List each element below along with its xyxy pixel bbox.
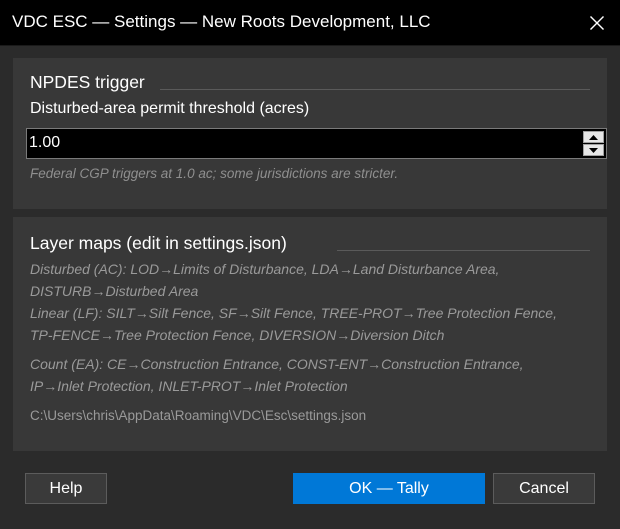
threshold-hint: Federal CGP triggers at 1.0 ac; some jur… bbox=[30, 166, 399, 181]
title-bar: VDC ESC — Settings — New Roots Developme… bbox=[0, 0, 620, 46]
layer-map-linear-line-2: TP-FENCE→Tree Protection Fence, DIVERSIO… bbox=[30, 327, 445, 343]
layer-map-count-line-1: Count (EA): CE→Construction Entrance, CO… bbox=[30, 356, 524, 372]
layer-maps-group-divider bbox=[337, 250, 590, 251]
spin-down-button[interactable] bbox=[583, 144, 604, 156]
settings-file-path: C:\Users\chris\AppData\Roaming\VDC\Esc\s… bbox=[30, 408, 367, 423]
cancel-button[interactable]: Cancel bbox=[493, 473, 595, 504]
window-title: VDC ESC — Settings — New Roots Developme… bbox=[12, 12, 431, 31]
close-button[interactable] bbox=[574, 0, 620, 46]
npdes-group-title: NPDES trigger bbox=[30, 72, 145, 92]
threshold-value[interactable]: 1.00 bbox=[29, 134, 60, 152]
layer-map-count-line-2: IP→Inlet Protection, INLET-PROT→Inlet Pr… bbox=[30, 378, 348, 394]
layer-map-disturbed-line-2: DISTURB→Disturbed Area bbox=[30, 283, 199, 299]
layer-map-linear-line-1: Linear (LF): SILT→Silt Fence, SF→Silt Fe… bbox=[30, 305, 557, 321]
ok-tally-button[interactable]: OK — Tally bbox=[293, 473, 485, 504]
threshold-spinbox[interactable]: 1.00 bbox=[26, 128, 607, 159]
layer-map-disturbed-line-1: Disturbed (AC): LOD→Limits of Disturbanc… bbox=[30, 261, 500, 277]
help-button[interactable]: Help bbox=[25, 473, 107, 504]
npdes-group: NPDES trigger Disturbed-area permit thre… bbox=[13, 58, 607, 209]
caret-up-icon bbox=[589, 134, 598, 140]
caret-down-icon bbox=[589, 147, 598, 153]
layer-maps-group: Layer maps (edit in settings.json) Distu… bbox=[13, 217, 607, 451]
threshold-label: Disturbed-area permit threshold (acres) bbox=[30, 100, 310, 117]
npdes-group-divider bbox=[160, 89, 590, 90]
spin-up-button[interactable] bbox=[583, 131, 604, 143]
layer-maps-group-title: Layer maps (edit in settings.json) bbox=[30, 233, 287, 253]
close-icon bbox=[590, 16, 604, 30]
